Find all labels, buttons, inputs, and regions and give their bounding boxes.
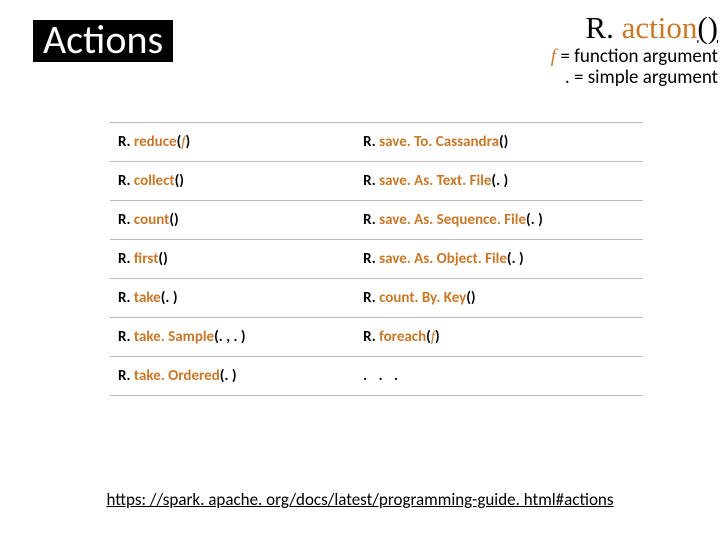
- action-cell: R. foreach(f): [363, 328, 440, 346]
- legend-simple: . = simple argument: [551, 67, 718, 89]
- ellipsis: . . .: [363, 367, 402, 385]
- action-cell: R. count(): [118, 211, 179, 229]
- action-cell: R. reduce(f): [118, 133, 190, 151]
- table-row: R. first() R. save. As. Object. File(. ): [110, 240, 643, 279]
- slide-title: Actions: [43, 15, 163, 64]
- header-code: R. action(): [551, 10, 718, 46]
- action-cell: R. take(. ): [118, 289, 178, 307]
- footer-link-wrap: https: //spark. apache. org/docs/latest/…: [0, 489, 720, 510]
- action-cell: R. save. As. Text. File(. ): [363, 172, 508, 190]
- action-cell: R. count. By. Key(): [363, 289, 475, 307]
- docs-link[interactable]: https: //spark. apache. org/docs/latest/…: [106, 489, 613, 510]
- action-cell: R. collect(): [118, 172, 184, 190]
- action-cell: R. take. Ordered(. ): [118, 367, 237, 385]
- action-cell: R. save. As. Sequence. File(. ): [363, 211, 543, 229]
- header-right: R. action() f = function argument . = si…: [551, 10, 718, 89]
- action-cell: R. save. As. Object. File(. ): [363, 250, 524, 268]
- table-row: R. take. Ordered(. ) . . .: [110, 357, 643, 396]
- actions-table: R. reduce(f) R. save. To. Cassandra() R.…: [110, 122, 643, 396]
- table-row: R. collect() R. save. As. Text. File(. ): [110, 162, 643, 201]
- title-band: Actions: [33, 20, 173, 62]
- table-row: R. reduce(f) R. save. To. Cassandra(): [110, 123, 643, 162]
- slide: Actions R. action() f = function argumen…: [0, 0, 720, 540]
- table-row: R. count() R. save. As. Sequence. File(.…: [110, 201, 643, 240]
- action-cell: R. first(): [118, 250, 168, 268]
- table-row: R. take. Sample(. , . ) R. foreach(f): [110, 318, 643, 357]
- action-cell: R. save. To. Cassandra(): [363, 133, 508, 151]
- action-cell: R. take. Sample(. , . ): [118, 328, 246, 346]
- legend-function: f = function argument: [551, 46, 718, 68]
- table-row: R. take(. ) R. count. By. Key(): [110, 279, 643, 318]
